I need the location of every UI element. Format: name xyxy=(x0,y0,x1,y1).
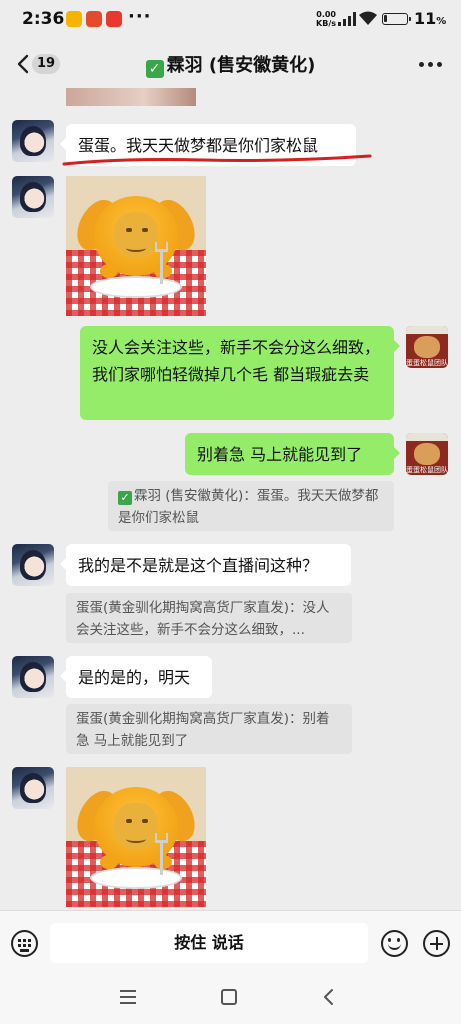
message-text: 我的是不是就是这个直播间这种？ xyxy=(78,556,319,575)
notification-app-icon xyxy=(66,11,82,27)
notification-app-icon xyxy=(86,11,102,27)
green-check-icon: ✓ xyxy=(145,60,164,78)
self-avatar[interactable]: 蛋蛋松鼠团队 xyxy=(406,433,448,475)
contact-avatar[interactable] xyxy=(12,120,54,162)
more-notifications-icon: ··· xyxy=(128,6,152,27)
message-text: 是的是的，明天 xyxy=(78,668,191,687)
hold-to-talk-button[interactable]: 按住 说话 xyxy=(50,923,368,963)
message-list[interactable]: 蛋蛋。我天天做梦都是你们家松鼠 蛋蛋松鼠团队 没人会关注这些，新手不会分这么细致… xyxy=(0,88,461,910)
contact-avatar[interactable] xyxy=(12,767,54,809)
more-options-icon[interactable] xyxy=(419,62,443,68)
quoted-message[interactable]: 蛋蛋(黄金驯化期掏窝高货厂家直发)：别着急 马上就能见到了 xyxy=(66,704,352,754)
partial-image-message[interactable] xyxy=(66,88,196,106)
notification-app-icon xyxy=(106,11,122,27)
signal-icon xyxy=(338,12,356,26)
battery-percent: 11% xyxy=(414,9,447,28)
battery-icon xyxy=(382,13,411,25)
sticker-message[interactable] xyxy=(66,176,206,316)
status-bar: 2:36 ··· 0.00 KB/s 11% xyxy=(0,0,461,40)
chat-header: 19 ✓ 霖羽 (售安徽黄化) xyxy=(0,40,461,88)
network-speed: 0.00 KB/s xyxy=(316,10,336,28)
contact-avatar[interactable] xyxy=(12,176,54,218)
sticker-message[interactable] xyxy=(66,767,206,907)
message-bubble[interactable]: 没人会关注这些，新手不会分这么细致，我们家哪怕轻微掉几个毛 都当瑕疵去卖 xyxy=(80,326,400,420)
system-nav-bar xyxy=(0,973,461,1024)
emoji-icon[interactable] xyxy=(381,930,408,957)
quoted-message[interactable]: ✓ 霖羽 (售安徽黄化)：蛋蛋。我天天做梦都是你们家松鼠 xyxy=(108,481,394,531)
recent-apps-icon[interactable] xyxy=(120,990,136,1004)
message-text: 别着急 马上就能见到了 xyxy=(197,445,363,464)
contact-avatar[interactable] xyxy=(12,656,54,698)
status-time: 2:36 xyxy=(22,9,65,29)
chat-title: ✓ 霖羽 (售安徽黄化) xyxy=(0,51,461,78)
quoted-message[interactable]: 蛋蛋(黄金驯化期掏窝高货厂家直发)：没人会关注这些，新手不会分这么细致，... xyxy=(66,593,352,643)
wifi-icon xyxy=(359,11,377,25)
nav-back-icon[interactable] xyxy=(322,988,334,1006)
home-icon[interactable] xyxy=(221,989,237,1005)
green-check-icon: ✓ xyxy=(118,491,132,505)
message-bubble[interactable]: 我的是不是就是这个直播间这种？ xyxy=(60,544,351,586)
message-bubble[interactable]: 别着急 马上就能见到了 xyxy=(185,433,400,475)
message-bubble[interactable]: 是的是的，明天 xyxy=(60,656,212,698)
red-underline-annotation xyxy=(62,154,372,166)
input-bar: 按住 说话 xyxy=(0,910,461,974)
contact-avatar[interactable] xyxy=(12,544,54,586)
plus-icon[interactable] xyxy=(423,930,450,957)
self-avatar[interactable]: 蛋蛋松鼠团队 xyxy=(406,326,448,368)
message-text: 没人会关注这些，新手不会分这么细致，我们家哪怕轻微掉几个毛 都当瑕疵去卖 xyxy=(92,338,381,384)
keyboard-icon[interactable] xyxy=(11,930,38,957)
